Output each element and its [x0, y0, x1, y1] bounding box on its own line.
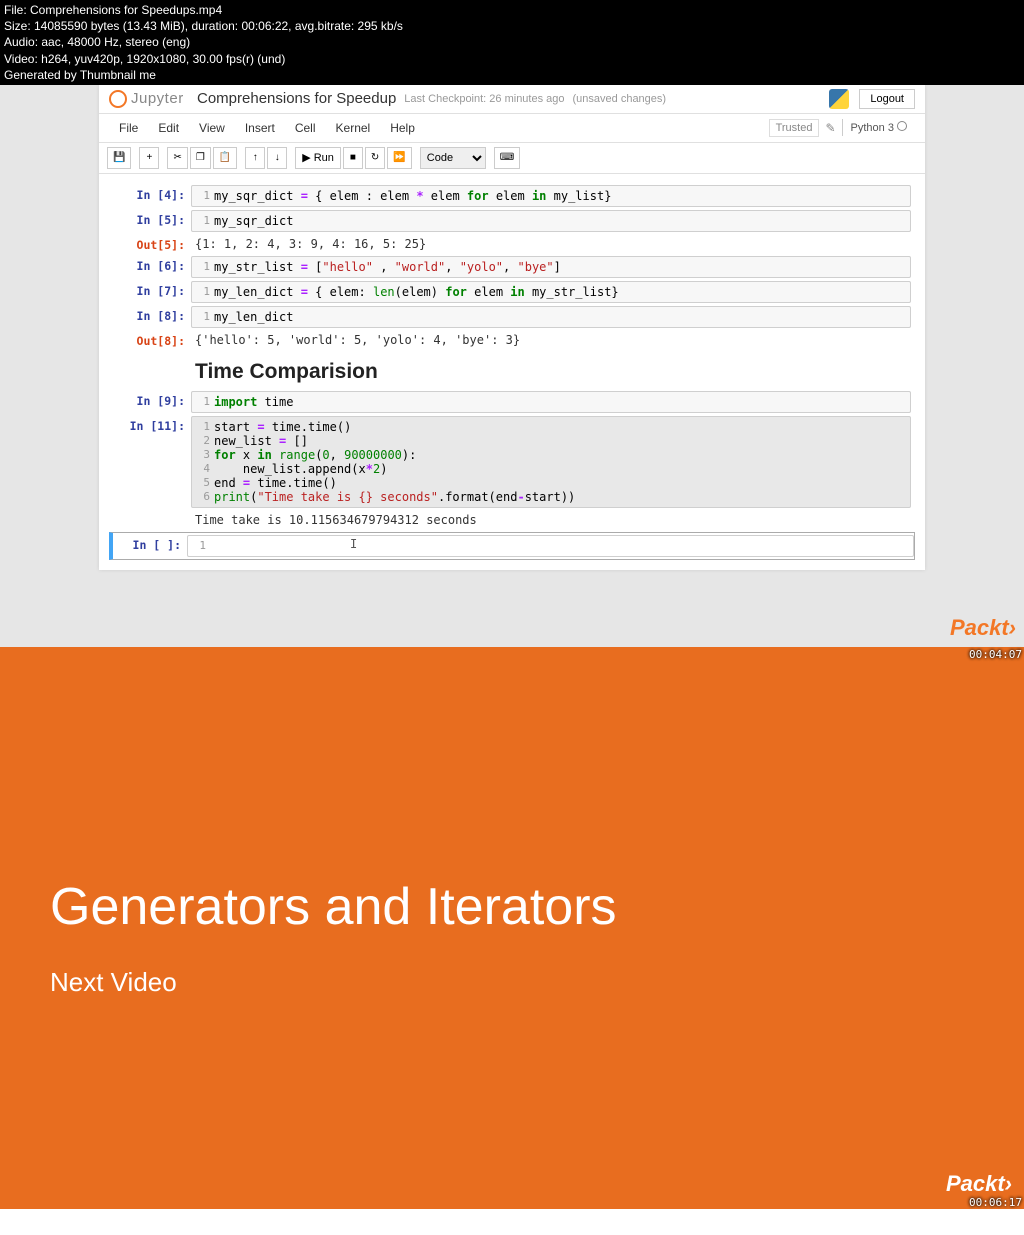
menu-view[interactable]: View	[189, 118, 235, 138]
notebook-header: Jupyter Comprehensions for Speedup Last …	[99, 85, 925, 114]
notebook-title[interactable]: Comprehensions for Speedup	[197, 90, 396, 107]
paste-button[interactable]: 📋	[213, 147, 237, 169]
packt-logo: Packt›	[950, 615, 1016, 641]
cell-prompt: In [7]:	[113, 281, 191, 303]
menu-edit[interactable]: Edit	[148, 118, 189, 138]
code-cell-5[interactable]: In [5]: 1 my_sqr_dict	[113, 210, 911, 232]
save-button[interactable]: 💾	[107, 147, 131, 169]
cell-prompt: In [9]:	[113, 391, 191, 413]
code-cell-7[interactable]: In [7]: 1 my_len_dict = { elem: len(elem…	[113, 281, 911, 303]
thumbnail-frame-1: Jupyter Comprehensions for Speedup Last …	[0, 85, 1024, 647]
meta-size: Size: 14085590 bytes (13.43 MiB), durati…	[4, 18, 1020, 34]
kernel-status-icon	[897, 121, 907, 131]
logout-button[interactable]: Logout	[859, 89, 915, 109]
code-cell-11[interactable]: In [11]: 123456 start = time.time() new_…	[113, 416, 911, 508]
output-cell-5: Out[5]: {1: 1, 2: 4, 3: 9, 4: 16, 5: 25}	[113, 235, 911, 253]
code-cell-6[interactable]: In [6]: 1 my_str_list = ["hello" , "worl…	[113, 256, 911, 278]
output-text: Time take is 10.115634679794312 seconds	[191, 511, 911, 529]
meta-file: File: Comprehensions for Speedups.mp4	[4, 2, 1020, 18]
markdown-cell[interactable]: Time Comparision	[113, 352, 911, 388]
metadata-header: File: Comprehensions for Speedups.mp4 Si…	[0, 0, 1024, 85]
menubar: File Edit View Insert Cell Kernel Help T…	[99, 114, 925, 143]
menu-cell[interactable]: Cell	[285, 118, 326, 138]
stop-button[interactable]: ■	[343, 147, 363, 169]
code-cell-4[interactable]: In [4]: 1 my_sqr_dict = { elem : elem * …	[113, 185, 911, 207]
restart-run-button[interactable]: ⏩	[387, 147, 411, 169]
copy-button[interactable]: ❐	[190, 147, 211, 169]
meta-audio: Audio: aac, 48000 Hz, stereo (eng)	[4, 34, 1020, 50]
jupyter-logo[interactable]: Jupyter	[109, 89, 189, 109]
packt-logo: Packt›	[946, 1171, 1012, 1197]
code-cell-8[interactable]: In [8]: 1 my_len_dict	[113, 306, 911, 328]
menu-help[interactable]: Help	[380, 118, 425, 138]
code-cell-9[interactable]: In [9]: 1 import time	[113, 391, 911, 413]
notebook-cells: In [4]: 1 my_sqr_dict = { elem : elem * …	[99, 174, 925, 570]
cell-prompt: In [11]:	[113, 416, 191, 508]
restart-button[interactable]: ↻	[365, 147, 385, 169]
cell-prompt: In [5]:	[113, 210, 191, 232]
section-heading: Time Comparision	[195, 360, 907, 384]
jupyter-logo-icon	[109, 90, 127, 108]
cell-prompt: In [ ]:	[113, 535, 187, 557]
out-prompt: Out[5]:	[113, 235, 191, 253]
kernel-indicator[interactable]: Python 3	[842, 119, 915, 136]
frame-timestamp-2: 00:06:17	[969, 1196, 1022, 1209]
menu-file[interactable]: File	[109, 118, 148, 138]
jupyter-notebook: Jupyter Comprehensions for Speedup Last …	[99, 85, 925, 570]
cell-prompt: In [8]:	[113, 306, 191, 328]
celltype-select[interactable]: Code	[420, 147, 486, 169]
output-text: {'hello': 5, 'world': 5, 'yolo': 4, 'bye…	[191, 331, 911, 349]
jupyter-logo-text: Jupyter	[131, 90, 184, 107]
output-text: {1: 1, 2: 4, 3: 9, 4: 16, 5: 25}	[191, 235, 911, 253]
meta-video: Video: h264, yuv420p, 1920x1080, 30.00 f…	[4, 51, 1020, 67]
frame-timestamp-1: 00:04:07	[969, 648, 1022, 661]
menu-insert[interactable]: Insert	[235, 118, 285, 138]
cell-prompt: In [6]:	[113, 256, 191, 278]
out-prompt: Out[8]:	[113, 331, 191, 349]
move-down-button[interactable]: ↓	[267, 147, 287, 169]
thumbnail-frame-2: Generators and Iterators Next Video Pack…	[0, 647, 1024, 1209]
python-icon	[829, 89, 849, 109]
cell-prompt: In [4]:	[113, 185, 191, 207]
meta-generated: Generated by Thumbnail me	[4, 67, 1020, 83]
checkpoint-info: Last Checkpoint: 26 minutes ago	[404, 93, 564, 105]
edit-icon[interactable]: ✎	[825, 121, 835, 135]
next-video-label: Next Video	[50, 967, 974, 998]
run-button[interactable]: ▶ Run	[295, 147, 341, 169]
output-cell-8: Out[8]: {'hello': 5, 'world': 5, 'yolo':…	[113, 331, 911, 349]
code-cell-empty-selected[interactable]: In [ ]: 1 I	[109, 532, 915, 560]
add-cell-button[interactable]: +	[139, 147, 159, 169]
output-cell-11: Time take is 10.115634679794312 seconds	[113, 511, 911, 529]
move-up-button[interactable]: ↑	[245, 147, 265, 169]
next-video-title: Generators and Iterators	[50, 877, 974, 937]
cut-button[interactable]: ✂	[167, 147, 187, 169]
menu-kernel[interactable]: Kernel	[326, 118, 381, 138]
toolbar: 💾 + ✂ ❐ 📋 ↑ ↓ ▶ Run ■ ↻ ⏩ Code ⌨	[99, 143, 925, 174]
unsaved-indicator: (unsaved changes)	[573, 93, 667, 105]
code-input[interactable]: I	[210, 539, 913, 553]
command-palette-button[interactable]: ⌨	[494, 147, 520, 169]
trusted-badge: Trusted	[769, 119, 820, 137]
